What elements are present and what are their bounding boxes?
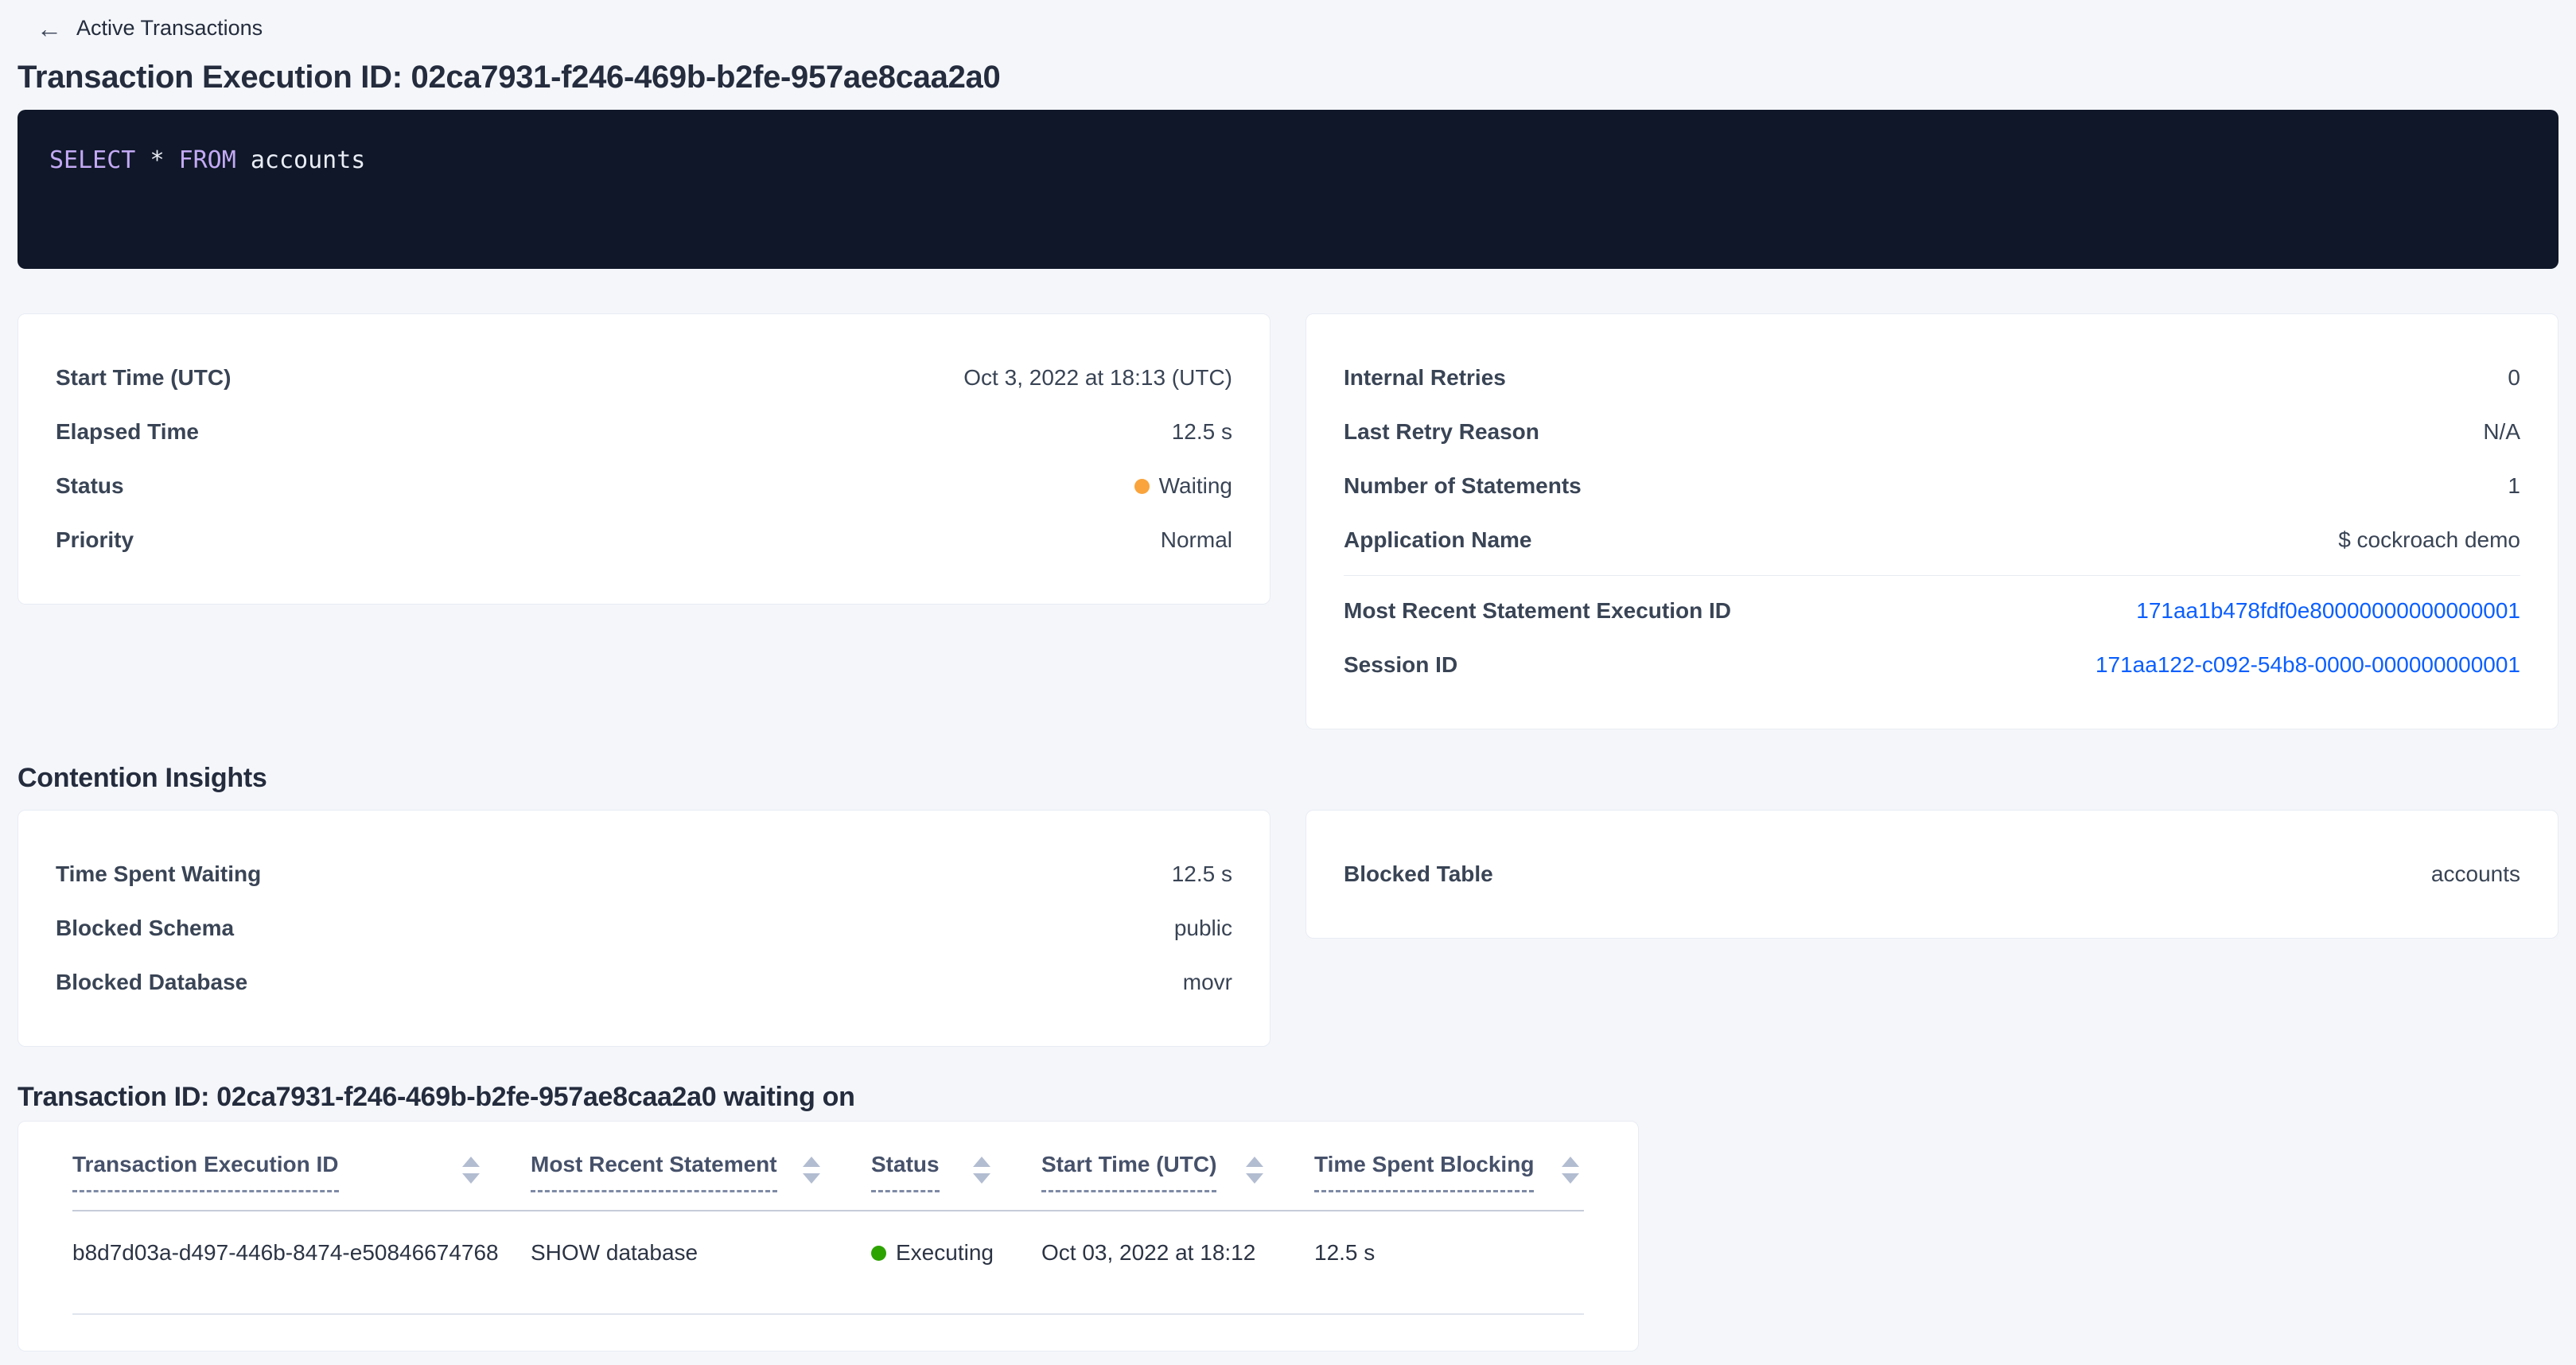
table-row: b8d7d03a-d497-446b-8474-e50846674768 SHO…: [72, 1211, 1584, 1315]
statement-execution-id-row: Most Recent Statement Execution ID 171aa…: [1344, 584, 2520, 638]
transaction-execution-card: Internal Retries 0 Last Retry Reason N/A…: [1306, 313, 2558, 729]
card-divider: [1344, 575, 2520, 576]
blocked-schema-value: public: [1174, 916, 1232, 941]
internal-retries-label: Internal Retries: [1344, 365, 1506, 391]
blocked-database-row: Blocked Database movr: [56, 955, 1232, 1009]
start-time-row: Start Time (UTC) Oct 3, 2022 at 18:13 (U…: [56, 351, 1232, 405]
priority-row: Priority Normal: [56, 513, 1232, 567]
elapsed-time-value: 12.5 s: [1172, 419, 1232, 445]
contention-details-card: Time Spent Waiting 12.5 s Blocked Schema…: [18, 810, 1270, 1047]
sql-table-name: accounts: [251, 146, 366, 174]
column-header-label: Time Spent Blocking: [1314, 1152, 1534, 1192]
sort-up-icon: [462, 1157, 480, 1167]
sort-arrows-icon: [973, 1152, 990, 1184]
sql-keyword-select: SELECT: [49, 146, 135, 174]
time-spent-waiting-row: Time Spent Waiting 12.5 s: [56, 847, 1232, 901]
cell-status: Executing: [871, 1240, 1041, 1266]
status-value-group: Waiting: [1134, 473, 1232, 499]
column-header-start-time[interactable]: Start Time (UTC): [1041, 1152, 1314, 1192]
waiting-status-dot-icon: [1134, 479, 1150, 494]
sort-arrows-icon: [1562, 1152, 1579, 1184]
blocked-table-card: Blocked Table accounts: [1306, 810, 2558, 939]
sort-up-icon: [1562, 1157, 1579, 1167]
statement-execution-id-link[interactable]: 171aa1b478fdf0e80000000000000001: [2136, 598, 2520, 624]
priority-value: Normal: [1161, 527, 1232, 553]
cell-transaction-execution-id: b8d7d03a-d497-446b-8474-e50846674768: [72, 1240, 531, 1266]
page-title: Transaction Execution ID: 02ca7931-f246-…: [18, 60, 2558, 95]
sort-down-icon: [973, 1173, 990, 1184]
elapsed-time-row: Elapsed Time 12.5 s: [56, 405, 1232, 459]
last-retry-reason-row: Last Retry Reason N/A: [1344, 405, 2520, 459]
last-retry-reason-value: N/A: [2483, 419, 2520, 445]
application-name-row: Application Name $ cockroach demo: [1344, 513, 2520, 567]
sort-arrows-icon: [462, 1152, 480, 1184]
cell-status-value: Executing: [896, 1240, 994, 1266]
time-spent-waiting-value: 12.5 s: [1172, 861, 1232, 887]
last-retry-reason-label: Last Retry Reason: [1344, 419, 1539, 445]
time-spent-waiting-label: Time Spent Waiting: [56, 861, 261, 887]
column-header-transaction-execution-id[interactable]: Transaction Execution ID: [72, 1152, 531, 1192]
executing-status-dot-icon: [871, 1246, 886, 1261]
contention-cards: Time Spent Waiting 12.5 s Blocked Schema…: [18, 810, 2558, 1047]
cell-most-recent-statement: SHOW database: [531, 1240, 871, 1266]
internal-retries-row: Internal Retries 0: [1344, 351, 2520, 405]
sql-statement-box: SELECT * FROM accounts: [18, 110, 2558, 269]
blocked-schema-label: Blocked Schema: [56, 916, 234, 941]
blocked-table-label: Blocked Table: [1344, 861, 1493, 887]
statement-count-label: Number of Statements: [1344, 473, 1582, 499]
sql-keyword-from: FROM: [179, 146, 236, 174]
column-header-most-recent-statement[interactable]: Most Recent Statement: [531, 1152, 871, 1192]
sort-down-icon: [1246, 1173, 1263, 1184]
application-name-value: $ cockroach demo: [2338, 527, 2520, 553]
column-header-status[interactable]: Status: [871, 1152, 1041, 1192]
waiting-transactions-table: Transaction Execution ID Most Recent Sta…: [18, 1121, 1639, 1351]
session-id-label: Session ID: [1344, 652, 1457, 678]
back-arrow-icon: ←: [37, 17, 62, 41]
status-label: Status: [56, 473, 124, 499]
start-time-label: Start Time (UTC): [56, 365, 231, 391]
priority-label: Priority: [56, 527, 134, 553]
column-header-label: Transaction Execution ID: [72, 1152, 339, 1192]
table-header-row: Transaction Execution ID Most Recent Sta…: [72, 1122, 1584, 1211]
start-time-value: Oct 3, 2022 at 18:13 (UTC): [963, 365, 1232, 391]
summary-cards: Start Time (UTC) Oct 3, 2022 at 18:13 (U…: [18, 313, 2558, 729]
application-name-label: Application Name: [1344, 527, 1531, 553]
sql-star: *: [150, 146, 164, 174]
cell-time-spent-blocking: 12.5 s: [1314, 1240, 1584, 1266]
transaction-summary-card: Start Time (UTC) Oct 3, 2022 at 18:13 (U…: [18, 313, 1270, 605]
elapsed-time-label: Elapsed Time: [56, 419, 199, 445]
transaction-details-page: ← Active Transactions Transaction Execut…: [0, 0, 2576, 1365]
statement-count-value: 1: [2508, 473, 2520, 499]
blocked-table-value: accounts: [2431, 861, 2520, 887]
statement-count-row: Number of Statements 1: [1344, 459, 2520, 513]
blocked-table-row: Blocked Table accounts: [1344, 847, 2520, 901]
session-id-link[interactable]: 171aa122-c092-54b8-0000-000000000001: [2095, 652, 2520, 678]
status-row: Status Waiting: [56, 459, 1232, 513]
back-link-label: Active Transactions: [76, 16, 263, 41]
column-header-time-spent-blocking[interactable]: Time Spent Blocking: [1314, 1152, 1584, 1192]
blocked-database-value: movr: [1183, 970, 1232, 995]
back-link[interactable]: ← Active Transactions: [18, 11, 263, 41]
sort-arrows-icon: [1246, 1152, 1263, 1184]
status-value: Waiting: [1159, 473, 1232, 499]
sort-up-icon: [1246, 1157, 1263, 1167]
sort-down-icon: [462, 1173, 480, 1184]
sort-arrows-icon: [803, 1152, 820, 1184]
sort-up-icon: [973, 1157, 990, 1167]
column-header-label: Status: [871, 1152, 940, 1192]
sort-down-icon: [803, 1173, 820, 1184]
sort-down-icon: [1562, 1173, 1579, 1184]
contention-insights-heading: Contention Insights: [18, 763, 2558, 794]
session-id-row: Session ID 171aa122-c092-54b8-0000-00000…: [1344, 638, 2520, 692]
cell-start-time: Oct 03, 2022 at 18:12: [1041, 1240, 1314, 1266]
sort-up-icon: [803, 1157, 820, 1167]
column-header-label: Start Time (UTC): [1041, 1152, 1216, 1192]
blocked-database-label: Blocked Database: [56, 970, 247, 995]
blocked-schema-row: Blocked Schema public: [56, 901, 1232, 955]
statement-execution-id-label: Most Recent Statement Execution ID: [1344, 598, 1731, 624]
column-header-label: Most Recent Statement: [531, 1152, 777, 1192]
internal-retries-value: 0: [2508, 365, 2520, 391]
waiting-on-heading: Transaction ID: 02ca7931-f246-469b-b2fe-…: [18, 1082, 2558, 1113]
